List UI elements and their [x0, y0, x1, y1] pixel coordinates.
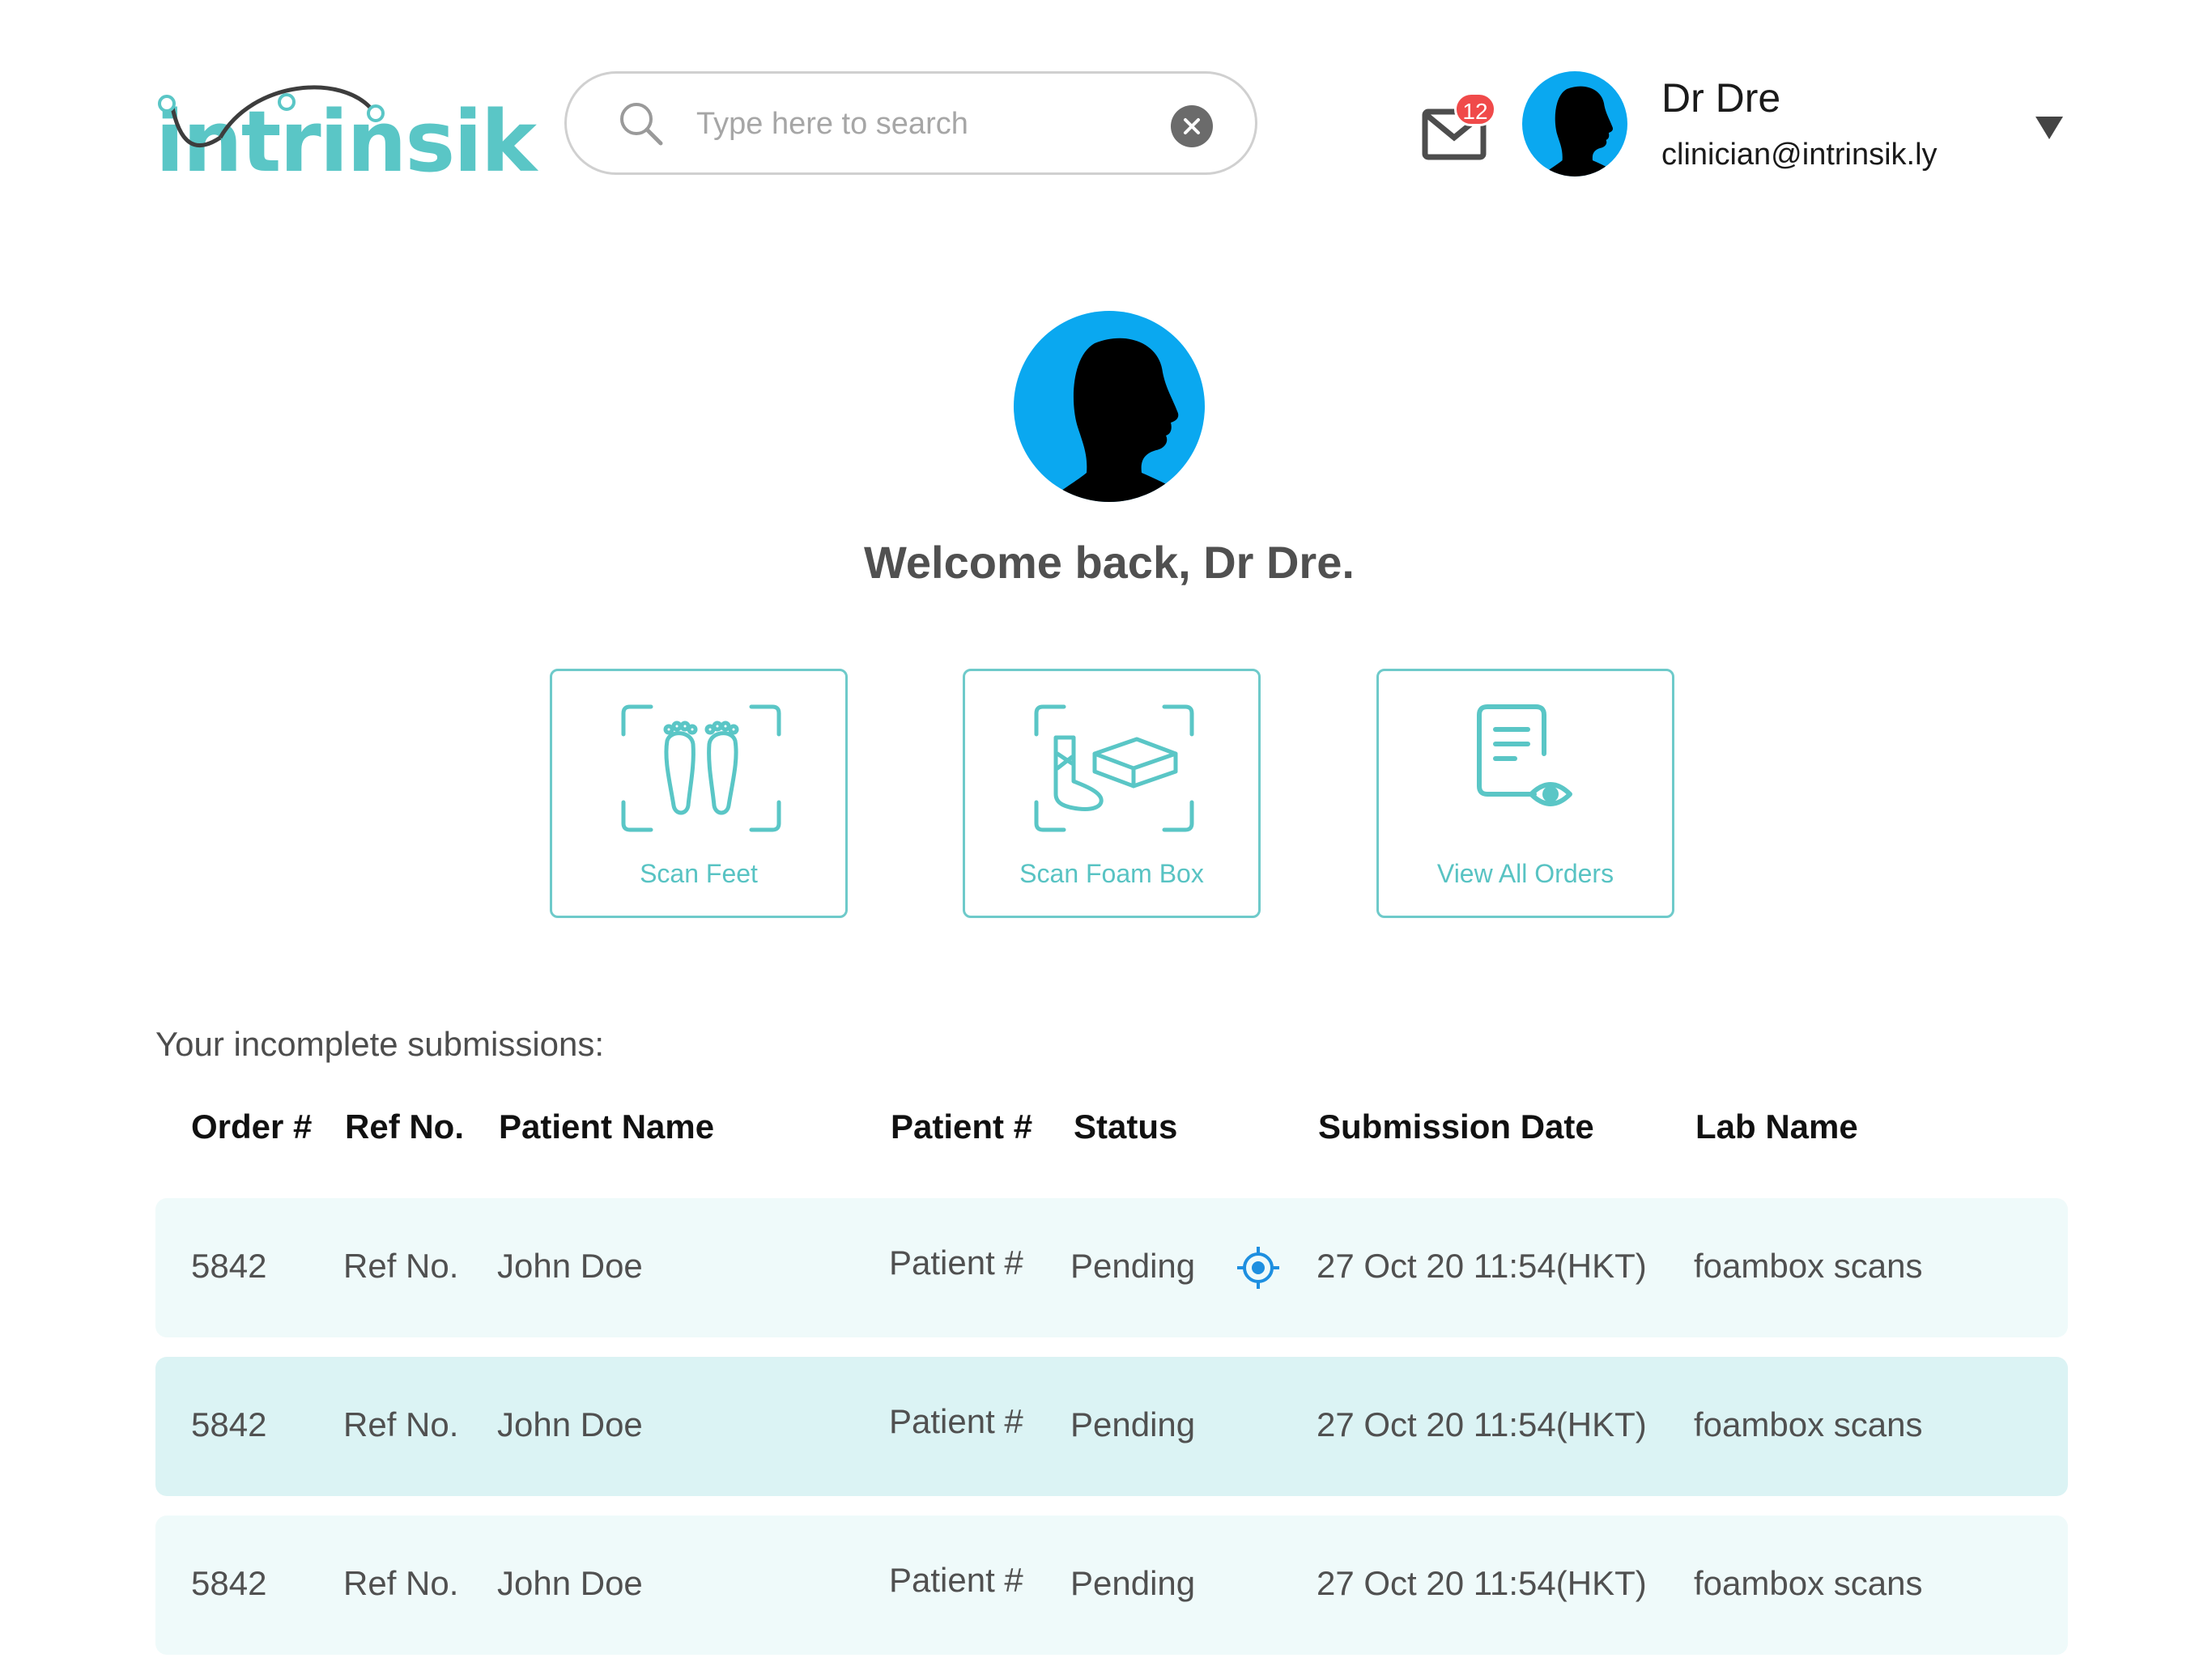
order-number-cell: 5842: [191, 1564, 267, 1602]
table-row[interactable]: 5842 Ref No. John Doe Patient # Pending …: [155, 1516, 2068, 1655]
user-avatar[interactable]: [1522, 71, 1627, 176]
view-all-orders-button[interactable]: View All Orders: [1376, 669, 1674, 918]
search-icon[interactable]: [617, 100, 666, 152]
view-orders-icon: [1477, 704, 1572, 806]
search-bar: [564, 71, 1257, 175]
patient-number-cell: Patient #: [889, 1244, 1023, 1282]
scan-foam-box-label: Scan Foam Box: [1019, 859, 1204, 888]
column-header-patient-name[interactable]: Patient Name: [499, 1107, 714, 1146]
scan-feet-label: Scan Feet: [640, 859, 758, 888]
lab-name-cell: foambox scans: [1694, 1405, 1923, 1443]
ref-number-cell: Ref No.: [343, 1564, 459, 1602]
ref-number-cell: Ref No.: [343, 1247, 459, 1285]
column-header-order[interactable]: Order #: [191, 1107, 312, 1146]
clear-search-icon[interactable]: [1171, 105, 1213, 147]
patient-name-cell: John Doe: [497, 1405, 643, 1443]
chevron-down-icon[interactable]: [2035, 117, 2063, 139]
view-all-orders-label: View All Orders: [1436, 859, 1614, 888]
order-number-cell: 5842: [191, 1247, 267, 1285]
table-row[interactable]: 5842 Ref No. John Doe Patient # Pending …: [155, 1357, 2068, 1496]
patient-number-cell: Patient #: [889, 1402, 1023, 1440]
ref-number-cell: Ref No.: [343, 1405, 459, 1443]
scan-feet-button[interactable]: Scan Feet: [550, 669, 848, 918]
column-header-ref[interactable]: Ref No.: [345, 1107, 464, 1146]
patient-name-cell: John Doe: [497, 1247, 643, 1285]
patient-number-cell: Patient #: [889, 1561, 1023, 1599]
foam-box-scan-icon: [1034, 704, 1194, 832]
search-input[interactable]: [696, 98, 1150, 150]
submission-date-cell: 27 Oct 20 11:54(HKT): [1317, 1564, 1647, 1602]
order-number-cell: 5842: [191, 1405, 267, 1443]
notification-badge: 12: [1454, 92, 1496, 126]
user-name: Dr Dre: [1661, 75, 1781, 121]
column-header-status[interactable]: Status: [1074, 1107, 1177, 1146]
welcome-message: Welcome back, Dr Dre.: [864, 537, 1355, 588]
status-cell: Pending: [1070, 1247, 1196, 1285]
submission-date-cell: 27 Oct 20 11:54(HKT): [1317, 1405, 1647, 1443]
target-icon[interactable]: [1236, 1245, 1281, 1295]
incomplete-submissions-title: Your incomplete submissions:: [155, 1025, 605, 1063]
dashboard-page: intrinsik 12: [0, 0, 2212, 1658]
intrinsik-logo[interactable]: intrinsik: [155, 65, 537, 191]
lab-name-cell: foambox scans: [1694, 1564, 1923, 1602]
user-email: clinician@intrinsik.ly: [1661, 138, 1938, 172]
logo-arc-graphic: [158, 85, 385, 147]
column-header-patient-number[interactable]: Patient #: [891, 1107, 1032, 1146]
patient-name-cell: John Doe: [497, 1564, 643, 1602]
feet-scan-icon: [621, 704, 781, 832]
submission-date-cell: 27 Oct 20 11:54(HKT): [1317, 1247, 1647, 1285]
lab-name-cell: foambox scans: [1694, 1247, 1923, 1285]
status-cell: Pending: [1070, 1405, 1196, 1443]
profile-avatar: [1014, 311, 1205, 502]
scan-foam-box-button[interactable]: Scan Foam Box: [963, 669, 1261, 918]
column-header-submission-date[interactable]: Submission Date: [1318, 1107, 1594, 1146]
table-row[interactable]: 5842 Ref No. John Doe Patient # Pending …: [155, 1198, 2068, 1337]
status-cell: Pending: [1070, 1564, 1196, 1602]
column-header-lab-name[interactable]: Lab Name: [1695, 1107, 1858, 1146]
